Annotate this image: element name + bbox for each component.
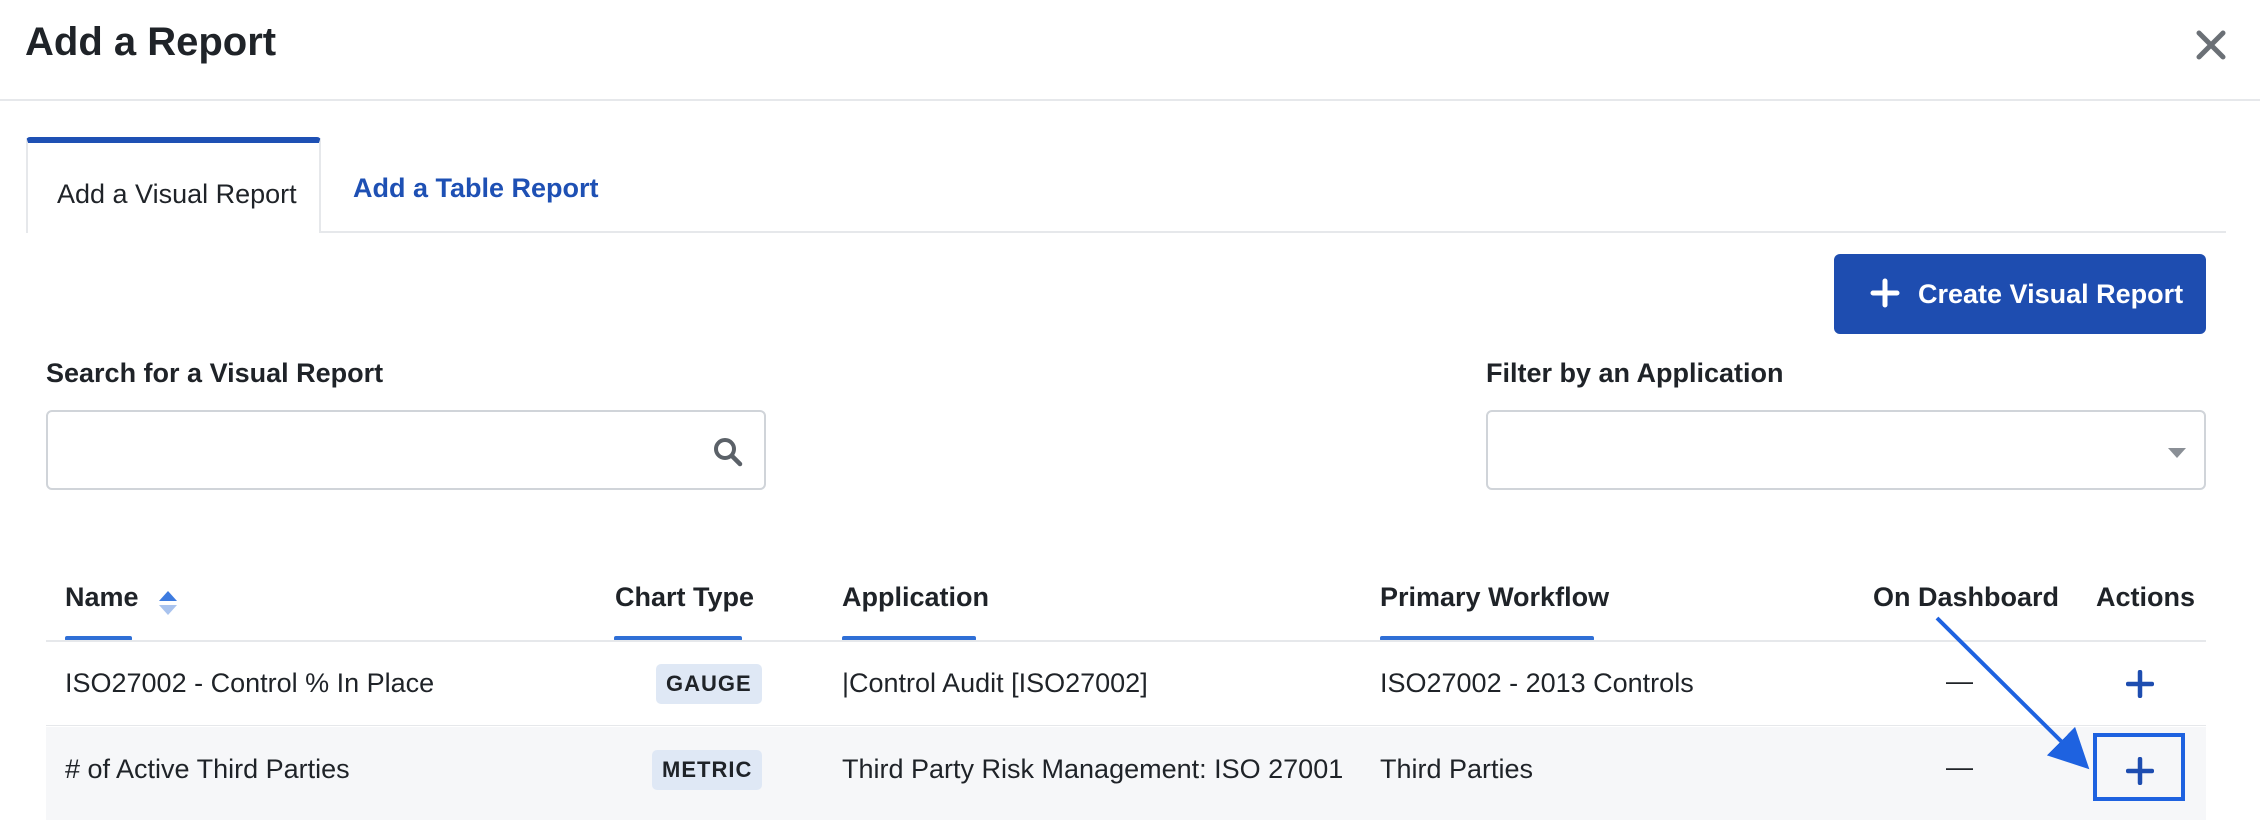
create-button-label: Create Visual Report [1918,279,2184,309]
table-row: # of Active Third Parties METRIC Third P… [46,727,2206,820]
chevron-down-icon[interactable] [2168,448,2186,458]
primary-workflow-cell: ISO27002 - 2013 Controls [1380,668,1694,698]
application-cell: |Control Audit [ISO27002] [842,668,1148,698]
plus-icon [1870,278,1900,308]
filter-label: Filter by an Application [1486,358,1784,388]
chart-type-badge: GAUGE [656,664,762,704]
search-input[interactable] [58,422,678,478]
search-label: Search for a Visual Report [46,358,384,388]
dialog-header: Add a Report [0,0,2260,101]
column-header-name[interactable]: Name [65,582,139,613]
table-row: ISO27002 - Control % In Place GAUGE |Con… [46,642,2206,726]
tab-add-table-report[interactable]: Add a Table Report [353,173,599,204]
application-cell: Third Party Risk Management: ISO 27001 [842,754,1344,784]
close-icon[interactable] [2192,26,2230,64]
search-field[interactable] [46,410,766,490]
tab-add-visual-report[interactable]: Add a Visual Report [26,137,321,233]
dialog-title: Add a Report [25,20,277,64]
column-header-on-dashboard: On Dashboard [1873,582,2060,612]
report-name: # of Active Third Parties [65,754,350,784]
on-dashboard-value: — [1946,666,1973,696]
create-visual-report-button[interactable]: Create Visual Report [1834,254,2206,334]
highlight-box [2093,733,2185,801]
column-header-chart-type[interactable]: Chart Type [615,582,754,613]
on-dashboard-value: — [1946,752,1973,782]
sort-icon[interactable] [157,589,179,617]
application-filter-select[interactable] [1486,410,2206,490]
column-header-primary-workflow[interactable]: Primary Workflow [1380,582,1609,613]
tabs-divider [26,231,2226,233]
add-to-dashboard-plus-icon[interactable] [2126,670,2154,698]
tab-label: Add a Visual Report [57,179,297,209]
report-name: ISO27002 - Control % In Place [65,668,435,698]
primary-workflow-cell: Third Parties [1380,754,1534,784]
column-header-actions: Actions [2096,582,2196,612]
chart-type-badge: METRIC [652,750,763,790]
search-icon[interactable] [712,436,744,468]
column-header-application[interactable]: Application [842,582,989,613]
